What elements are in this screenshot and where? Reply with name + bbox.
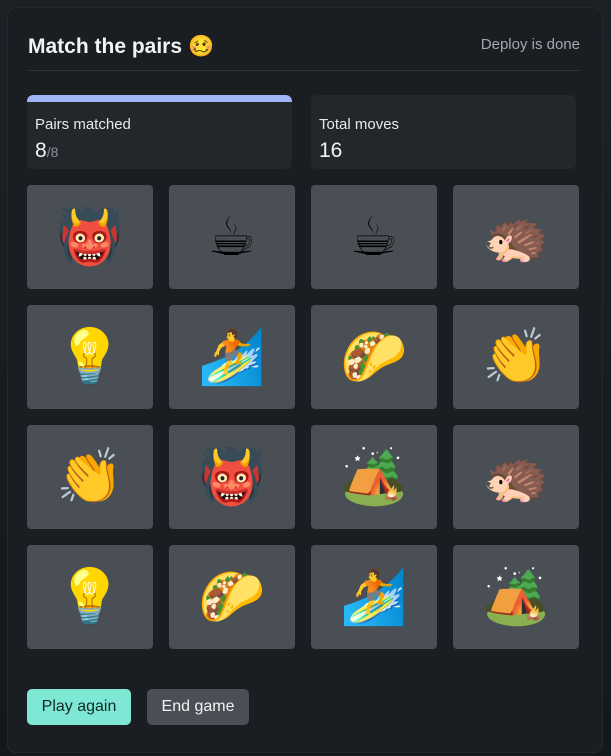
- ogre-icon: 👹: [198, 445, 266, 508]
- card-tile[interactable]: 🏄: [311, 545, 437, 649]
- card-tile[interactable]: 👏: [453, 305, 579, 409]
- pairs-matched-value: 8/8: [35, 139, 58, 163]
- game-panel: Match the pairs 🥴 Deploy is done Pairs ma…: [8, 8, 602, 752]
- card-tile[interactable]: 🦔: [453, 425, 579, 529]
- hedgehog-icon: 🦔: [482, 445, 550, 508]
- pairs-progress-fill: [27, 95, 292, 102]
- card-tile[interactable]: 👹: [27, 185, 153, 289]
- surfer-icon: 🏄: [340, 565, 408, 628]
- card-tile[interactable]: 💡: [27, 305, 153, 409]
- woozy-face-icon: 🥴: [188, 34, 215, 58]
- card-tile[interactable]: ☕: [169, 185, 295, 289]
- total-moves-card: Total moves 16: [311, 95, 576, 169]
- card-grid: 👹 ☕ ☕ 🦔 💡 🏄 🌮 👏 👏 👹 🏕️ 🦔 💡 🌮 🏄 🏕️: [27, 185, 580, 649]
- total-moves-label: Total moves: [319, 116, 400, 133]
- surfer-icon: 🏄: [198, 325, 266, 388]
- taco-icon: 🌮: [198, 565, 266, 628]
- card-tile[interactable]: 🏄: [169, 305, 295, 409]
- hedgehog-icon: 🦔: [482, 205, 550, 268]
- status-text: Deploy is done: [480, 36, 580, 53]
- light-bulb-icon: 💡: [56, 325, 124, 388]
- pairs-matched-label: Pairs matched: [35, 116, 131, 133]
- light-bulb-icon: 💡: [56, 565, 124, 628]
- camping-icon: 🏕️: [340, 445, 408, 508]
- pairs-progress-bar: [27, 95, 292, 102]
- card-tile[interactable]: 👹: [169, 425, 295, 529]
- card-tile[interactable]: 💡: [27, 545, 153, 649]
- coffee-icon: ☕: [207, 205, 257, 268]
- pairs-matched-count: 8: [35, 139, 47, 162]
- card-tile[interactable]: 🏕️: [453, 545, 579, 649]
- taco-icon: 🌮: [340, 325, 408, 388]
- card-tile[interactable]: 🏕️: [311, 425, 437, 529]
- end-game-button[interactable]: End game: [147, 689, 249, 725]
- card-tile[interactable]: 🦔: [453, 185, 579, 289]
- game-title: Match the pairs 🥴: [28, 34, 214, 59]
- clapping-hands-icon: 👏: [56, 445, 124, 508]
- clapping-hands-icon: 👏: [482, 325, 550, 388]
- card-tile[interactable]: 🌮: [311, 305, 437, 409]
- camping-icon: 🏕️: [482, 565, 550, 628]
- card-tile[interactable]: ☕: [311, 185, 437, 289]
- pairs-matched-total: /8: [46, 144, 59, 160]
- game-title-text: Match the pairs: [28, 35, 183, 58]
- stats-row: Pairs matched 8/8 Total moves 16: [27, 95, 576, 169]
- ogre-icon: 👹: [56, 205, 124, 268]
- play-again-button[interactable]: Play again: [27, 689, 131, 725]
- game-header: Match the pairs 🥴 Deploy is done: [28, 34, 580, 71]
- card-tile[interactable]: 🌮: [169, 545, 295, 649]
- total-moves-value: 16: [319, 139, 343, 162]
- coffee-icon: ☕: [349, 205, 399, 268]
- pairs-matched-card: Pairs matched 8/8: [27, 95, 292, 169]
- card-tile[interactable]: 👏: [27, 425, 153, 529]
